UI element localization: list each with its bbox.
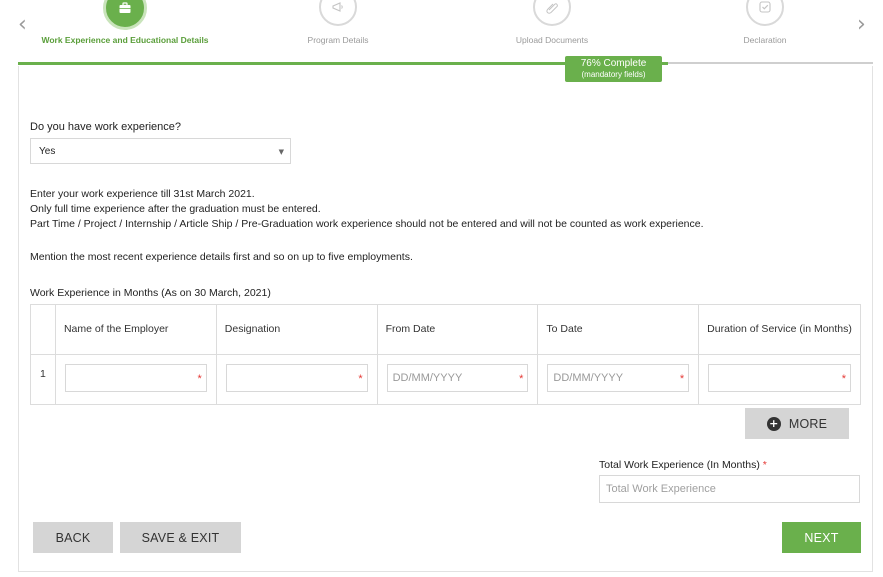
col-header-duration: Duration of Service (in Months)	[698, 304, 861, 355]
required-mark: *	[358, 373, 363, 385]
more-button[interactable]: + MORE	[745, 408, 849, 439]
from-date-input[interactable]: DD/MM/YYYY *	[386, 364, 529, 392]
total-experience-label: Total Work Experience (In Months) *	[599, 459, 767, 471]
total-experience-placeholder: Total Work Experience	[606, 483, 716, 495]
plus-circle-icon: +	[766, 416, 781, 431]
work-experience-table: Name of the Employer Designation From Da…	[30, 304, 861, 405]
cell-from-date: DD/MM/YYYY *	[376, 354, 539, 405]
chevron-right-icon[interactable]: ›	[857, 14, 866, 36]
cell-employer: *	[54, 354, 217, 405]
cell-designation: *	[215, 354, 378, 405]
megaphone-icon	[319, 0, 357, 26]
employer-input[interactable]: *	[64, 364, 207, 392]
info-line: Enter your work experience till 31st Mar…	[30, 188, 255, 200]
step-label: Work Experience and Educational Details	[41, 35, 209, 45]
info-line: Part Time / Project / Internship / Artic…	[30, 218, 704, 230]
required-mark: *	[519, 373, 524, 385]
cell-duration: *	[698, 354, 861, 405]
step-label: Declaration	[743, 35, 787, 45]
total-experience-input[interactable]: Total Work Experience	[599, 475, 860, 503]
progress-stepper: ‹ Work Experience and Educational Detail…	[0, 0, 883, 82]
duration-input[interactable]: *	[708, 364, 851, 392]
paperclip-icon	[533, 0, 571, 26]
briefcase-icon	[103, 0, 147, 30]
col-header-index	[30, 304, 56, 355]
info-line: Only full time experience after the grad…	[30, 203, 321, 215]
table-header-row: Name of the Employer Designation From Da…	[30, 304, 861, 355]
row-number: 1	[30, 354, 56, 405]
more-label: MORE	[788, 416, 828, 431]
required-mark: *	[762, 459, 767, 471]
mention-note: Mention the most recent experience detai…	[30, 251, 413, 263]
designation-input[interactable]: *	[225, 364, 368, 392]
cell-to-date: DD/MM/YYYY *	[537, 354, 700, 405]
required-mark: *	[197, 373, 202, 385]
back-button[interactable]: BACK	[33, 522, 113, 553]
col-header-designation: Designation	[215, 304, 378, 355]
col-header-to-date: To Date	[537, 304, 700, 355]
col-header-employer: Name of the Employer	[54, 304, 217, 355]
table-title: Work Experience in Months (As on 30 Marc…	[30, 287, 271, 299]
caret-down-icon: ▼	[278, 148, 284, 156]
required-mark: *	[841, 373, 846, 385]
from-date-placeholder: DD/MM/YYYY	[392, 372, 463, 384]
work-experience-question: Do you have work experience?	[30, 121, 182, 133]
progress-bar	[18, 62, 873, 65]
step-label: Upload Documents	[515, 35, 589, 45]
save-exit-button[interactable]: SAVE & EXIT	[120, 522, 241, 553]
total-experience-label-text: Total Work Experience (In Months)	[599, 459, 760, 471]
required-mark: *	[679, 373, 685, 385]
to-date-placeholder: DD/MM/YYYY	[553, 372, 624, 384]
work-experience-select[interactable]: Yes ▼	[30, 138, 291, 164]
next-button[interactable]: NEXT	[782, 522, 861, 553]
chevron-left-icon[interactable]: ‹	[18, 14, 27, 36]
col-header-from-date: From Date	[376, 304, 539, 355]
to-date-input[interactable]: DD/MM/YYYY *	[547, 364, 690, 392]
select-value: Yes	[39, 146, 56, 157]
table-row: 1 * * DD/MM/YYYY * DD/MM/YYYY * *	[30, 354, 861, 405]
check-badge-icon	[746, 0, 784, 26]
step-label: Program Details	[307, 35, 369, 45]
